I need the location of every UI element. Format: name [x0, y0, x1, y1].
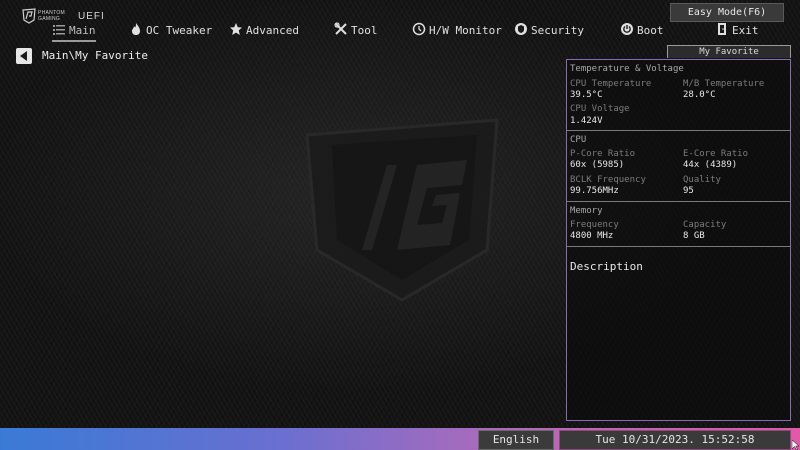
pcore-ratio-value: 60x (5985): [570, 160, 625, 170]
tab-exit[interactable]: Exit: [715, 22, 759, 40]
divider: [567, 246, 790, 247]
breadcrumb: Main\My Favorite: [42, 49, 148, 62]
tab-oc-tweaker-label: OC Tweaker: [146, 24, 213, 37]
tab-exit-label: Exit: [732, 24, 759, 37]
cpu-temperature-value: 39.5°C: [570, 90, 603, 100]
memory-section-title: Memory: [570, 206, 603, 216]
quality-value: 95: [683, 186, 694, 196]
tab-security[interactable]: Security: [514, 22, 584, 40]
main-nav: Main OC Tweaker Advanced Tool H/W Monito…: [0, 22, 800, 42]
datetime-display: Tue 10/31/2023. 15:52:58: [559, 430, 791, 450]
my-favorite-tab[interactable]: My Favorite: [667, 45, 791, 58]
tab-hw-monitor-label: H/W Monitor: [429, 24, 502, 37]
phantom-gaming-watermark-icon: [305, 118, 499, 302]
cpu-section-title: CPU: [570, 135, 587, 145]
tab-advanced[interactable]: Advanced: [229, 22, 299, 40]
list-icon: [53, 25, 65, 35]
back-arrow-icon: [20, 51, 27, 61]
pcore-ratio-label: P-Core Ratio: [570, 149, 636, 159]
shield-icon: [515, 23, 527, 35]
tab-main-label: Main: [69, 24, 96, 37]
temperature-voltage-title: Temperature & Voltage: [570, 64, 684, 74]
divider: [567, 130, 790, 131]
divider: [567, 201, 790, 202]
cpu-voltage-label: CPU Voltage: [570, 104, 630, 114]
tab-oc-tweaker[interactable]: OC Tweaker: [129, 22, 212, 40]
language-button[interactable]: English: [478, 430, 554, 450]
flame-icon: [132, 23, 140, 35]
star-icon: [230, 23, 242, 35]
bclk-frequency-label: BCLK Frequency: [570, 175, 646, 185]
exit-door-icon: [718, 23, 726, 35]
cpu-voltage-value: 1.424V: [570, 116, 603, 126]
mouse-cursor-icon: [792, 440, 800, 450]
tab-tool-label: Tool: [351, 24, 378, 37]
tab-boot[interactable]: Boot: [620, 22, 664, 40]
info-panel: Temperature & Voltage CPU Temperature 39…: [566, 59, 791, 421]
tab-advanced-label: Advanced: [246, 24, 299, 37]
tools-icon: [334, 22, 347, 35]
tab-security-label: Security: [531, 24, 584, 37]
tab-hw-monitor[interactable]: H/W Monitor: [412, 22, 502, 40]
description-title: Description: [570, 260, 643, 273]
ecore-ratio-value: 44x (4389): [683, 160, 738, 170]
memory-capacity-value: 8 GB: [683, 231, 705, 241]
easy-mode-button[interactable]: Easy Mode(F6): [670, 3, 784, 22]
bclk-frequency-value: 99.756MHz: [570, 186, 619, 196]
quality-label: Quality: [683, 175, 721, 185]
uefi-label: UEFI: [78, 11, 105, 22]
memory-frequency-value: 4800 MHz: [570, 231, 614, 241]
mb-temperature-label: M/B Temperature: [683, 79, 765, 89]
memory-capacity-label: Capacity: [683, 220, 727, 230]
tab-tool[interactable]: Tool: [334, 22, 378, 40]
ecore-ratio-label: E-Core Ratio: [683, 149, 749, 159]
tab-main[interactable]: Main: [52, 22, 96, 42]
mb-temperature-value: 28.0°C: [683, 90, 716, 100]
power-icon: [621, 23, 633, 35]
tab-boot-label: Boot: [637, 24, 664, 37]
cpu-temperature-label: CPU Temperature: [570, 79, 652, 89]
back-button[interactable]: [16, 48, 32, 64]
memory-frequency-label: Frequency: [570, 220, 619, 230]
monitor-icon: [412, 22, 426, 36]
